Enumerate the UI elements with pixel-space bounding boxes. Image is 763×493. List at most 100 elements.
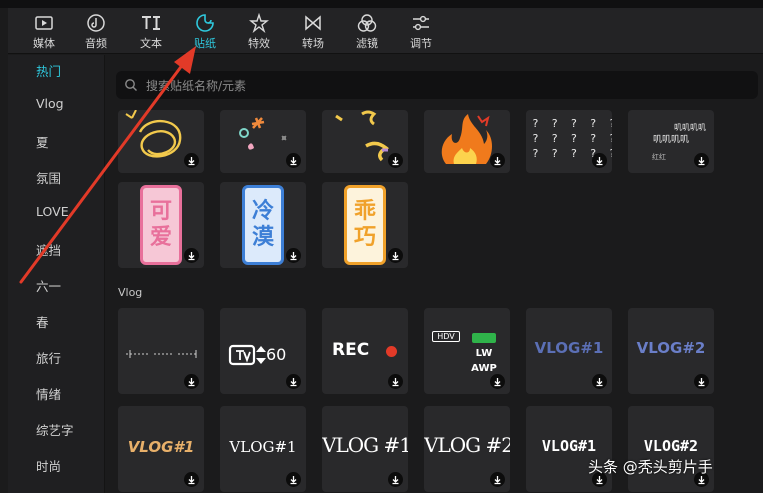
tool-label: 音频 bbox=[85, 37, 107, 50]
download-icon[interactable] bbox=[694, 374, 709, 389]
sticker-tile[interactable]: 冷 漠 bbox=[220, 182, 306, 268]
download-icon[interactable] bbox=[286, 472, 301, 487]
badge-char: 可 bbox=[149, 199, 172, 224]
tool-label: 滤镜 bbox=[356, 37, 378, 50]
tool-label: 媒体 bbox=[33, 37, 55, 50]
sticker-tile[interactable] bbox=[118, 308, 204, 394]
tool-label: 特效 bbox=[248, 37, 270, 50]
sticker-tile[interactable]: 乖 巧 bbox=[322, 182, 408, 268]
sidebar-item-spring[interactable]: 春 bbox=[36, 312, 49, 331]
download-icon[interactable] bbox=[184, 374, 199, 389]
tool-effects[interactable]: 特效 bbox=[233, 8, 285, 54]
sticker-tile[interactable]: VLOG#2 bbox=[628, 406, 714, 492]
media-play-icon bbox=[35, 16, 53, 30]
sidebar-item-summer[interactable]: 夏 bbox=[36, 132, 49, 151]
sticker-tile[interactable]: VLOG#1 bbox=[220, 406, 306, 492]
sticker-text: VLOG#1 bbox=[127, 438, 195, 456]
sticker-tile[interactable]: 可 爱 bbox=[118, 182, 204, 268]
sidebar-item-mask[interactable]: 遮挡 bbox=[36, 240, 61, 259]
filter-circles-icon bbox=[357, 14, 377, 32]
sticker-tile[interactable]: REC bbox=[322, 308, 408, 394]
badge-char: 漠 bbox=[251, 225, 274, 250]
text-ti-icon bbox=[142, 16, 160, 30]
sticker-tile[interactable] bbox=[118, 110, 204, 173]
sticker-tile[interactable]: VLOG #2 bbox=[424, 406, 510, 492]
badge-char: 巧 bbox=[353, 225, 376, 250]
sticker-text: VLOG#1 bbox=[534, 339, 604, 357]
sticker-tile[interactable]: VLOG#1 bbox=[526, 406, 612, 492]
download-icon[interactable] bbox=[286, 153, 301, 168]
download-icon[interactable] bbox=[490, 153, 505, 168]
sticker-tile[interactable]: VLOG #1 bbox=[322, 406, 408, 492]
question-marks-line: ? ? ? ? ? ? bbox=[532, 117, 612, 130]
adjust-sliders-icon bbox=[413, 15, 429, 31]
sidebar-item-love[interactable]: LOVE bbox=[36, 204, 69, 219]
badge-char: 爱 bbox=[149, 225, 172, 250]
sidebar-item-travel[interactable]: 旅行 bbox=[36, 348, 61, 367]
sticker-text: LW bbox=[475, 348, 493, 359]
download-icon[interactable] bbox=[490, 472, 505, 487]
tool-adjust[interactable]: 调节 bbox=[395, 8, 447, 54]
badge-char: 乖 bbox=[353, 199, 376, 224]
sticker-tile[interactable]: ? ? ? ? ? ?? ? ? ? ? ?? ? ? ? ? ? bbox=[526, 110, 612, 173]
top-toolbar: 媒体 音频 文本 贴纸 特效 转场 滤镜 调节 bbox=[8, 8, 763, 54]
sidebar-item-hot[interactable]: 热门 bbox=[36, 61, 61, 80]
question-marks-line: ? ? ? ? ? ? bbox=[532, 132, 612, 145]
sidebar-item-variety[interactable]: 综艺字 bbox=[36, 420, 74, 439]
download-icon[interactable] bbox=[592, 153, 607, 168]
sticker-tile[interactable]: 叽叽叽叽 叽叽叽叽 红红 bbox=[628, 110, 714, 173]
tool-sticker[interactable]: 贴纸 bbox=[179, 8, 231, 54]
sticker-tile[interactable]: VLOG#2 bbox=[628, 308, 714, 394]
download-icon[interactable] bbox=[388, 374, 403, 389]
sidebar-item-vlog[interactable]: Vlog bbox=[36, 96, 64, 111]
download-icon[interactable] bbox=[592, 374, 607, 389]
sticker-tile[interactable] bbox=[322, 110, 408, 173]
sticker-tile[interactable] bbox=[424, 110, 510, 173]
window-top-strip bbox=[0, 0, 763, 8]
tool-transition[interactable]: 转场 bbox=[287, 8, 339, 54]
tool-media[interactable]: 媒体 bbox=[18, 8, 70, 54]
sticker-tile[interactable] bbox=[220, 110, 306, 173]
tool-audio[interactable]: 音频 bbox=[70, 8, 122, 54]
sticker-tile[interactable]: VLOG#1 bbox=[118, 406, 204, 492]
download-icon[interactable] bbox=[388, 248, 403, 263]
download-icon[interactable] bbox=[694, 153, 709, 168]
sticker-panel: 搜索贴纸名称/元素 ? ? ? ? ? ?? ? ? ? ? ?? ? ? ? … bbox=[106, 55, 763, 493]
sidebar-item-atmosphere[interactable]: 氛围 bbox=[36, 168, 61, 187]
download-icon[interactable] bbox=[286, 248, 301, 263]
download-icon[interactable] bbox=[388, 472, 403, 487]
search-input[interactable]: 搜索贴纸名称/元素 bbox=[116, 71, 758, 99]
sticker-text: AWP bbox=[471, 363, 497, 374]
download-icon[interactable] bbox=[388, 153, 403, 168]
tool-text[interactable]: 文本 bbox=[125, 8, 177, 54]
download-icon[interactable] bbox=[184, 472, 199, 487]
download-icon[interactable] bbox=[184, 248, 199, 263]
download-icon[interactable] bbox=[490, 374, 505, 389]
search-placeholder: 搜索贴纸名称/元素 bbox=[146, 79, 247, 93]
download-icon[interactable] bbox=[286, 374, 301, 389]
sticker-icon bbox=[196, 14, 214, 32]
download-icon[interactable] bbox=[184, 153, 199, 168]
good-badge-sticker: 乖 巧 bbox=[344, 185, 386, 265]
sticker-text: VLOG #1 bbox=[322, 433, 408, 457]
sticker-text: VLOG#1 bbox=[541, 437, 597, 455]
sidebar-item-children-day[interactable]: 六一 bbox=[36, 276, 61, 295]
sticker-text: VLOG#2 bbox=[636, 339, 706, 357]
effects-star-icon bbox=[249, 13, 269, 33]
text-sticker-line: 叽叽叽叽 bbox=[652, 135, 689, 145]
sidebar-item-fashion[interactable]: 时尚 bbox=[36, 456, 61, 475]
record-dot-icon bbox=[386, 346, 397, 357]
tool-label: 贴纸 bbox=[194, 37, 216, 50]
tool-filter[interactable]: 滤镜 bbox=[341, 8, 393, 54]
search-icon bbox=[125, 79, 137, 91]
cute-badge-sticker: 可 爱 bbox=[140, 185, 182, 265]
section-label-vlog: Vlog bbox=[118, 286, 143, 299]
sticker-tile[interactable]: 60 bbox=[220, 308, 306, 394]
badge-char: 冷 bbox=[251, 199, 274, 224]
sticker-tile[interactable]: VLOG#1 bbox=[526, 308, 612, 394]
tool-label: 转场 bbox=[302, 37, 324, 50]
sticker-text: VLOG#2 bbox=[643, 437, 699, 455]
sticker-text: REC bbox=[332, 340, 370, 360]
sticker-tile[interactable]: HDV LW AWP bbox=[424, 308, 510, 394]
sidebar-item-emotion[interactable]: 情绪 bbox=[36, 384, 61, 403]
